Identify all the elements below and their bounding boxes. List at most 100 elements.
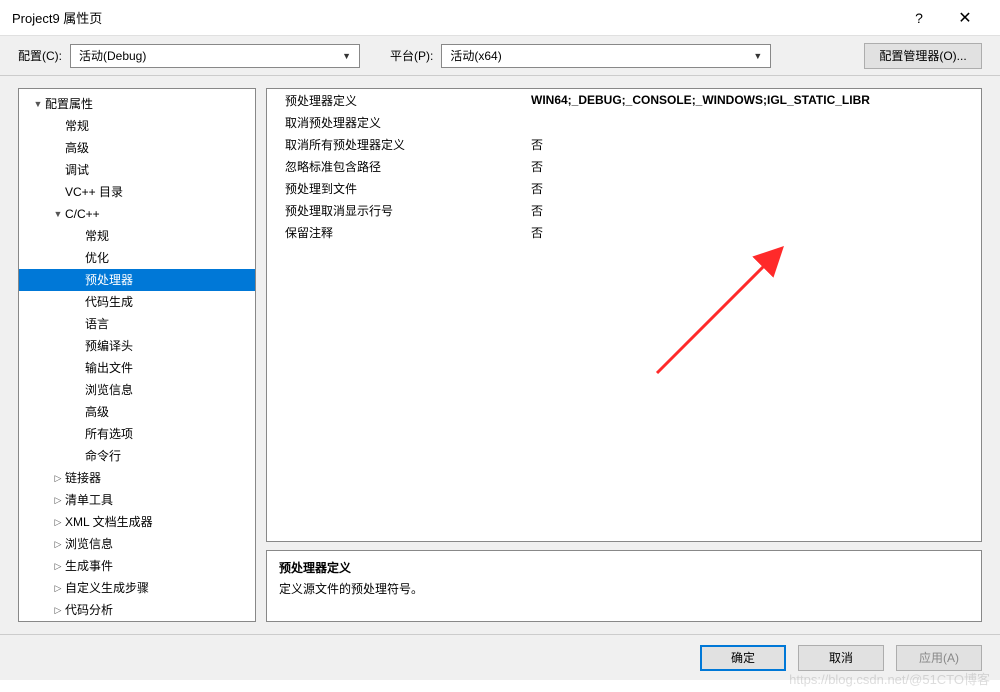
grid-row[interactable]: 取消所有预处理器定义否 bbox=[267, 133, 981, 155]
config-label: 配置(C): bbox=[18, 47, 62, 64]
description-panel: 预处理器定义 定义源文件的预处理符号。 bbox=[266, 550, 982, 622]
tree-item[interactable]: ▷代码分析 bbox=[19, 599, 255, 621]
nav-tree[interactable]: ▼配置属性常规高级调试VC++ 目录▼C/C++常规优化预处理器代码生成语言预编… bbox=[18, 88, 256, 622]
tree-item-label: 调试 bbox=[65, 159, 89, 181]
tree-item[interactable]: ▷XML 文档生成器 bbox=[19, 511, 255, 533]
property-grid[interactable]: 预处理器定义WIN64;_DEBUG;_CONSOLE;_WINDOWS;IGL… bbox=[266, 88, 982, 542]
tree-item[interactable]: 高级 bbox=[19, 401, 255, 423]
config-manager-button[interactable]: 配置管理器(O)... bbox=[864, 43, 982, 69]
watermark: https://blog.csdn.net/@51CTO博客 bbox=[789, 669, 990, 688]
tree-item[interactable]: ▷浏览信息 bbox=[19, 533, 255, 555]
tree-item[interactable]: VC++ 目录 bbox=[19, 181, 255, 203]
tree-item[interactable]: 代码生成 bbox=[19, 291, 255, 313]
grid-row[interactable]: 预处理取消显示行号否 bbox=[267, 199, 981, 221]
tree-item[interactable]: 浏览信息 bbox=[19, 379, 255, 401]
tree-item[interactable]: 命令行 bbox=[19, 445, 255, 467]
property-name: 取消预处理器定义 bbox=[267, 114, 527, 131]
tree-item-label: VC++ 目录 bbox=[65, 181, 123, 203]
titlebar: Project9 属性页 ? ✕ bbox=[0, 0, 1000, 36]
collapsed-icon: ▷ bbox=[51, 467, 65, 489]
tree-item-label: 优化 bbox=[85, 247, 109, 269]
tree-item-label: XML 文档生成器 bbox=[65, 511, 153, 533]
tree-item-label: 常规 bbox=[85, 225, 109, 247]
chevron-down-icon: ▼ bbox=[753, 51, 762, 61]
tree-item-label: 自定义生成步骤 bbox=[65, 577, 149, 599]
platform-label: 平台(P): bbox=[390, 47, 433, 64]
tree-item-label: 代码分析 bbox=[65, 599, 113, 621]
tree-item-label: 所有选项 bbox=[85, 423, 133, 445]
tree-item[interactable]: 优化 bbox=[19, 247, 255, 269]
tree-item[interactable]: 所有选项 bbox=[19, 423, 255, 445]
tree-item[interactable]: 常规 bbox=[19, 225, 255, 247]
collapsed-icon: ▷ bbox=[51, 489, 65, 511]
apply-button[interactable]: 应用(A) bbox=[896, 645, 982, 671]
property-name: 预处理取消显示行号 bbox=[267, 202, 527, 219]
tree-item-label: 常规 bbox=[65, 115, 89, 137]
tree-item[interactable]: ▷链接器 bbox=[19, 467, 255, 489]
property-value[interactable]: 否 bbox=[527, 180, 981, 197]
chevron-down-icon: ▼ bbox=[342, 51, 351, 61]
tree-item-label: 代码生成 bbox=[85, 291, 133, 313]
grid-row[interactable]: 保留注释否 bbox=[267, 221, 981, 243]
property-value[interactable]: 否 bbox=[527, 202, 981, 219]
tree-item-label: 浏览信息 bbox=[85, 379, 133, 401]
tree-item[interactable]: ▼配置属性 bbox=[19, 93, 255, 115]
tree-item-label: C/C++ bbox=[65, 203, 100, 225]
expanded-icon: ▼ bbox=[51, 203, 65, 225]
config-value: 活动(Debug) bbox=[79, 47, 146, 64]
tree-item[interactable]: 预编译头 bbox=[19, 335, 255, 357]
tree-item[interactable]: 调试 bbox=[19, 159, 255, 181]
help-button[interactable]: ? bbox=[896, 0, 942, 36]
tree-item[interactable]: ▷自定义生成步骤 bbox=[19, 577, 255, 599]
property-name: 取消所有预处理器定义 bbox=[267, 136, 527, 153]
config-combo[interactable]: 活动(Debug) ▼ bbox=[70, 44, 360, 68]
cancel-button[interactable]: 取消 bbox=[798, 645, 884, 671]
tree-item-label: 输出文件 bbox=[85, 357, 133, 379]
annotation-arrow bbox=[267, 243, 967, 542]
property-value[interactable]: 否 bbox=[527, 158, 981, 175]
expanded-icon: ▼ bbox=[31, 93, 45, 115]
tree-item-label: 预处理器 bbox=[85, 269, 133, 291]
collapsed-icon: ▷ bbox=[51, 577, 65, 599]
description-text: 定义源文件的预处理符号。 bbox=[279, 580, 969, 597]
property-name: 保留注释 bbox=[267, 224, 527, 241]
close-button[interactable]: ✕ bbox=[942, 0, 988, 36]
collapsed-icon: ▷ bbox=[51, 555, 65, 577]
tree-item-label: 命令行 bbox=[85, 445, 121, 467]
tree-item-label: 高级 bbox=[85, 401, 109, 423]
property-name: 忽略标准包含路径 bbox=[267, 158, 527, 175]
grid-row[interactable]: 预处理到文件否 bbox=[267, 177, 981, 199]
description-title: 预处理器定义 bbox=[279, 559, 969, 576]
platform-value: 活动(x64) bbox=[450, 47, 501, 64]
grid-row[interactable]: 取消预处理器定义 bbox=[267, 111, 981, 133]
tree-item[interactable]: ▷生成事件 bbox=[19, 555, 255, 577]
tree-item-label: 清单工具 bbox=[65, 489, 113, 511]
tree-item-label: 浏览信息 bbox=[65, 533, 113, 555]
tree-item[interactable]: ▷清单工具 bbox=[19, 489, 255, 511]
tree-item[interactable]: 常规 bbox=[19, 115, 255, 137]
collapsed-icon: ▷ bbox=[51, 511, 65, 533]
tree-item[interactable]: 语言 bbox=[19, 313, 255, 335]
collapsed-icon: ▷ bbox=[51, 599, 65, 621]
window-title: Project9 属性页 bbox=[12, 8, 896, 27]
tree-item-label: 链接器 bbox=[65, 467, 101, 489]
property-value[interactable]: 否 bbox=[527, 224, 981, 241]
tree-item-label: 高级 bbox=[65, 137, 89, 159]
tree-item[interactable]: 输出文件 bbox=[19, 357, 255, 379]
property-name: 预处理器定义 bbox=[267, 92, 527, 109]
collapsed-icon: ▷ bbox=[51, 533, 65, 555]
grid-row[interactable]: 忽略标准包含路径否 bbox=[267, 155, 981, 177]
tree-item-label: 语言 bbox=[85, 313, 109, 335]
property-value[interactable]: 否 bbox=[527, 136, 981, 153]
tree-item-label: 配置属性 bbox=[45, 93, 93, 115]
config-toolbar: 配置(C): 活动(Debug) ▼ 平台(P): 活动(x64) ▼ 配置管理… bbox=[0, 36, 1000, 76]
grid-row[interactable]: 预处理器定义WIN64;_DEBUG;_CONSOLE;_WINDOWS;IGL… bbox=[267, 89, 981, 111]
property-name: 预处理到文件 bbox=[267, 180, 527, 197]
tree-item[interactable]: ▼C/C++ bbox=[19, 203, 255, 225]
ok-button[interactable]: 确定 bbox=[700, 645, 786, 671]
platform-combo[interactable]: 活动(x64) ▼ bbox=[441, 44, 771, 68]
tree-item[interactable]: 高级 bbox=[19, 137, 255, 159]
property-value[interactable]: WIN64;_DEBUG;_CONSOLE;_WINDOWS;IGL_STATI… bbox=[527, 93, 981, 107]
tree-item[interactable]: 预处理器 bbox=[19, 269, 255, 291]
tree-item-label: 生成事件 bbox=[65, 555, 113, 577]
